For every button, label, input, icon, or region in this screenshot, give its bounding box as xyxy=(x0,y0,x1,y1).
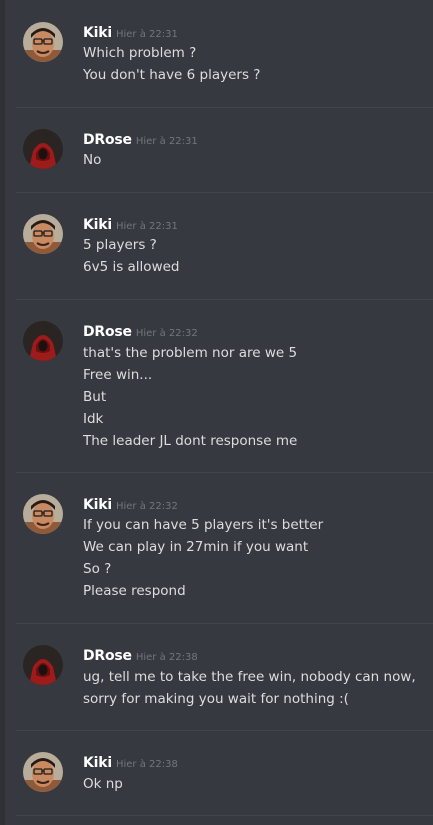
timestamp: Hier à 22:38 xyxy=(115,759,178,770)
message-text: 5 players ? xyxy=(83,237,157,253)
username[interactable]: Kiki xyxy=(83,25,112,41)
message-text: So ? xyxy=(83,561,112,577)
message-content: ug, tell me to take the free win, nobody… xyxy=(83,666,428,710)
message-text: But xyxy=(83,389,107,405)
avatar[interactable] xyxy=(23,494,63,534)
avatar[interactable] xyxy=(23,321,63,361)
timestamp: Hier à 22:32 xyxy=(135,328,198,339)
kiki-avatar-icon xyxy=(23,752,63,792)
avatar[interactable] xyxy=(23,22,63,62)
message-text: You don't have 6 players ? xyxy=(83,67,261,83)
avatar[interactable] xyxy=(23,214,63,254)
message-content: If you can have 5 players it's better We… xyxy=(83,514,428,602)
kiki-avatar-icon xyxy=(23,214,63,254)
message-text: Idk xyxy=(83,411,104,427)
message-divider xyxy=(16,192,433,193)
message-content: that's the problem nor are we 5 Free win… xyxy=(83,342,428,452)
timestamp: Hier à 22:31 xyxy=(115,29,178,40)
username[interactable]: DRose xyxy=(83,324,132,340)
kiki-avatar-icon xyxy=(23,494,63,534)
username[interactable]: Kiki xyxy=(83,497,112,513)
message-text: No xyxy=(83,152,102,168)
username[interactable]: DRose xyxy=(83,132,132,148)
avatar[interactable] xyxy=(23,645,63,685)
username[interactable]: Kiki xyxy=(83,755,112,771)
drose-avatar-icon xyxy=(23,645,63,685)
message-text: 6v5 is allowed xyxy=(83,259,180,275)
message-text: Which problem ? xyxy=(83,45,197,61)
avatar[interactable] xyxy=(23,752,63,792)
message-header: DRose Hier à 22:38 xyxy=(83,646,198,664)
message-header: Kiki Hier à 22:31 xyxy=(83,23,178,41)
kiki-avatar-icon xyxy=(23,22,63,62)
message-text: that's the problem nor are we 5 xyxy=(83,345,298,361)
message-divider xyxy=(16,299,433,300)
message-text: The leader JL dont response me xyxy=(83,433,298,449)
timestamp: Hier à 22:31 xyxy=(135,136,198,147)
username[interactable]: Kiki xyxy=(83,217,112,233)
timestamp: Hier à 22:32 xyxy=(115,501,178,512)
message-text: Ok np xyxy=(83,776,123,792)
message-text: We can play in 27min if you want xyxy=(83,539,309,555)
message-text: Free win... xyxy=(83,367,153,383)
message-text: Please respond xyxy=(83,583,186,599)
message-text: sorry for making you wait for nothing :( xyxy=(83,691,349,707)
avatar[interactable] xyxy=(23,129,63,169)
drose-avatar-icon xyxy=(23,129,63,169)
message-header: Kiki Hier à 22:38 xyxy=(83,753,178,771)
message-divider xyxy=(16,472,433,473)
message-header: Kiki Hier à 22:31 xyxy=(83,215,178,233)
message-divider xyxy=(16,815,433,816)
message-divider xyxy=(16,107,433,108)
message-content: 5 players ? 6v5 is allowed xyxy=(83,234,428,278)
message-content: Ok np xyxy=(83,773,428,795)
message-header: DRose Hier à 22:32 xyxy=(83,322,198,340)
message-content: No xyxy=(83,149,428,171)
timestamp: Hier à 22:38 xyxy=(135,652,198,663)
message-divider xyxy=(16,730,433,731)
left-edge xyxy=(0,0,5,825)
timestamp: Hier à 22:31 xyxy=(115,221,178,232)
message-text: ug, tell me to take the free win, nobody… xyxy=(83,669,416,685)
message-text: If you can have 5 players it's better xyxy=(83,517,324,533)
drose-avatar-icon xyxy=(23,321,63,361)
username[interactable]: DRose xyxy=(83,648,132,664)
message-header: Kiki Hier à 22:32 xyxy=(83,495,178,513)
message-content: Which problem ? You don't have 6 players… xyxy=(83,42,428,86)
message-header: DRose Hier à 22:31 xyxy=(83,130,198,148)
message-divider xyxy=(16,623,433,624)
